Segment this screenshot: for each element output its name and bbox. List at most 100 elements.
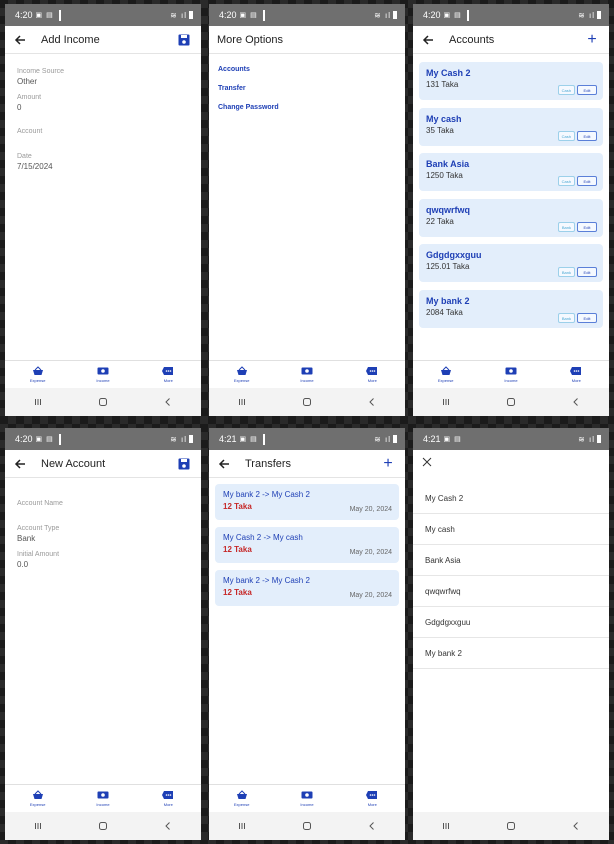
account-option[interactable]: My Cash 2 (413, 483, 609, 514)
back-arrow-icon[interactable] (13, 33, 27, 47)
save-icon[interactable] (177, 457, 191, 471)
more-icon (366, 367, 378, 375)
amount-field[interactable]: Amount 0 (17, 94, 189, 112)
edit-button[interactable]: Edit (577, 85, 597, 95)
transfers-list: My bank 2 -> My Cash 2 12 Taka May 20, 2… (209, 478, 405, 619)
notification-icons: ▣ ▤ (35, 436, 54, 443)
status-bar: 4:20 ▣ ▤ ≋ ıl (209, 4, 405, 26)
system-back-icon[interactable] (366, 820, 378, 832)
nav-label: More (163, 802, 173, 807)
recents-icon[interactable] (236, 396, 248, 408)
system-nav-bar (5, 812, 201, 840)
edit-button[interactable]: Edit (577, 176, 597, 186)
cash-icon (301, 367, 313, 375)
nav-expense[interactable]: Expense (416, 366, 476, 383)
close-icon[interactable] (421, 456, 433, 468)
status-bar: 4:20 ▣ ▤ ≋ ıl (413, 4, 609, 26)
transfer-link[interactable]: Transfer (218, 85, 396, 92)
income-form: Income Source Other Amount 0 Account Dat… (5, 54, 201, 193)
add-icon[interactable]: + (585, 32, 599, 48)
nav-label: More (571, 378, 581, 383)
notification-icons: ▣ ▤ (443, 12, 462, 19)
home-icon[interactable] (301, 820, 313, 832)
account-card[interactable]: My cash 35 Taka Cash Edit (419, 107, 603, 146)
income-source-field[interactable]: Income Source Other (17, 68, 189, 86)
system-back-icon[interactable] (570, 396, 582, 408)
status-bar: 4:20 ▣ ▤ ≋ ıl (5, 4, 201, 26)
date-field[interactable]: Date 7/15/2024 (17, 153, 189, 171)
home-icon[interactable] (97, 396, 109, 408)
more-icon (162, 367, 174, 375)
nav-more[interactable]: More (342, 366, 402, 383)
back-arrow-icon[interactable] (13, 457, 27, 471)
nav-income[interactable]: Income (73, 790, 133, 807)
account-card[interactable]: My Cash 2 131 Taka Cash Edit (419, 62, 603, 100)
transfer-date: May 20, 2024 (349, 506, 392, 513)
transfer-card[interactable]: My Cash 2 -> My cash 12 Taka May 20, 202… (215, 527, 399, 563)
nav-expense[interactable]: Expense (8, 366, 68, 383)
basket-icon (236, 790, 247, 799)
nav-more[interactable]: More (138, 366, 198, 383)
transfer-card[interactable]: My bank 2 -> My Cash 2 12 Taka May 20, 2… (215, 570, 399, 606)
transfers-screen: 4:21 ▣ ▤ ≋ ıl Transfers + My bank 2 -> My… (209, 428, 405, 840)
account-option[interactable]: Bank Asia (413, 545, 609, 576)
nav-more[interactable]: More (342, 790, 402, 807)
nav-more[interactable]: More (546, 366, 606, 383)
basket-icon (32, 366, 43, 375)
status-time: 4:20 (423, 10, 441, 20)
account-name: My Cash 2 (426, 68, 471, 78)
edit-button[interactable]: Edit (577, 267, 597, 277)
page-title: Transfers (245, 457, 292, 470)
more-icon (366, 791, 378, 799)
edit-button[interactable]: Edit (577, 130, 597, 141)
nav-income[interactable]: Income (277, 790, 337, 807)
account-option[interactable]: qwqwrfwq (413, 576, 609, 607)
nav-expense[interactable]: Expense (212, 790, 272, 807)
account-card[interactable]: My bank 2 2084 Taka Bank Edit (419, 289, 603, 328)
back-arrow-icon[interactable] (421, 33, 435, 47)
recents-icon[interactable] (440, 396, 452, 408)
page-title: New Account (41, 457, 106, 470)
account-field[interactable]: Account (17, 128, 189, 145)
system-back-icon[interactable] (162, 396, 174, 408)
home-icon[interactable] (97, 820, 109, 832)
save-icon[interactable] (177, 33, 191, 47)
system-back-icon[interactable] (162, 820, 174, 832)
nav-expense[interactable]: Expense (8, 790, 68, 807)
account-option[interactable]: My bank 2 (413, 638, 609, 669)
accounts-link[interactable]: Accounts (218, 66, 396, 73)
account-name-field[interactable]: Account Name (17, 500, 189, 517)
system-back-icon[interactable] (366, 396, 378, 408)
recents-icon[interactable] (32, 396, 44, 408)
account-card[interactable]: Gdgdgxxguu 125.01 Taka Bank Edit (419, 244, 603, 282)
system-back-icon[interactable] (570, 820, 582, 832)
account-option[interactable]: Gdgdgxxguu (413, 607, 609, 638)
account-option[interactable]: My cash (413, 514, 609, 545)
account-card[interactable]: qwqwrfwq 22 Taka Bank Edit (419, 198, 603, 237)
nav-income[interactable]: Income (277, 366, 337, 383)
account-card[interactable]: Bank Asia 1250 Taka Cash Edit (419, 153, 603, 191)
field-label: Account Name (17, 500, 63, 507)
transfer-card[interactable]: My bank 2 -> My Cash 2 12 Taka May 20, 2… (215, 484, 399, 520)
add-icon[interactable]: + (381, 456, 395, 472)
edit-button[interactable]: Edit (577, 312, 597, 323)
change-password-link[interactable]: Change Password (218, 104, 396, 111)
transfer-route: My Cash 2 -> My cash (223, 533, 303, 542)
recents-icon[interactable] (440, 820, 452, 832)
field-label: Income Source (17, 68, 65, 75)
recents-icon[interactable] (32, 820, 44, 832)
initial-amount-field[interactable]: Initial Amount 0.0 (17, 551, 189, 569)
field-label: Initial Amount (17, 551, 60, 558)
recents-icon[interactable] (236, 820, 248, 832)
nav-income[interactable]: Income (73, 366, 133, 383)
back-arrow-icon[interactable] (217, 457, 231, 471)
home-icon[interactable] (505, 820, 517, 832)
nav-more[interactable]: More (138, 790, 198, 807)
edit-button[interactable]: Edit (577, 221, 597, 232)
basket-icon (32, 790, 43, 799)
nav-income[interactable]: Income (481, 366, 541, 383)
account-type-field[interactable]: Account Type Bank (17, 525, 189, 543)
home-icon[interactable] (505, 396, 517, 408)
home-icon[interactable] (301, 396, 313, 408)
nav-expense[interactable]: Expense (212, 366, 272, 383)
